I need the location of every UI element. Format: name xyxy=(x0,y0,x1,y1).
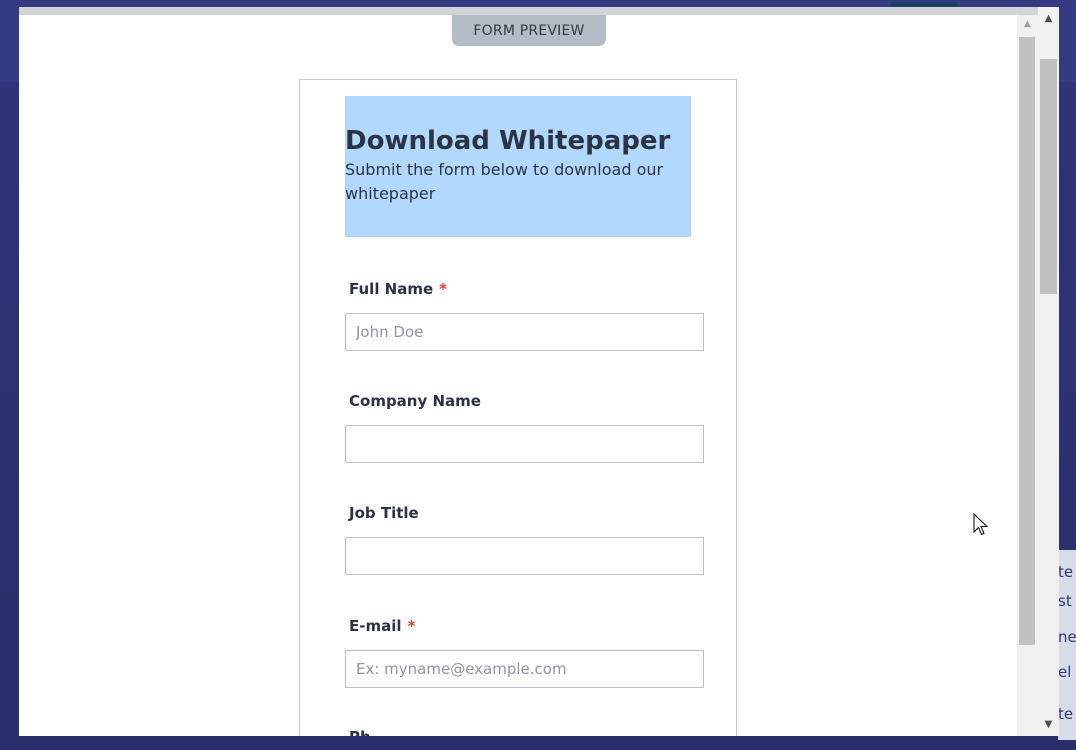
background-text: te xyxy=(1058,563,1074,581)
background-text: te xyxy=(1058,705,1074,723)
form-preview-modal: FORM PREVIEW Download Whitepaper Submit … xyxy=(19,7,1059,736)
email-input[interactable] xyxy=(345,650,704,688)
form-subtitle: Submit the form below to download our wh… xyxy=(345,160,664,203)
form-scrollbar[interactable]: ▲ xyxy=(1017,15,1038,736)
full-name-input[interactable] xyxy=(345,313,704,351)
chevron-down-icon[interactable]: ▼ xyxy=(1038,717,1059,731)
phone-label-partial: Ph xyxy=(349,728,371,736)
email-field: E-mail * xyxy=(345,615,705,688)
required-asterisk: * xyxy=(407,617,416,635)
job-title-field: Job Title xyxy=(345,502,705,575)
full-name-label-text: Full Name xyxy=(349,280,434,298)
form-header: Download Whitepaper Submit the form belo… xyxy=(345,96,691,237)
full-name-label: Full Name * xyxy=(345,278,705,300)
form-scrollbar-thumb[interactable] xyxy=(1019,37,1035,645)
email-label: E-mail * xyxy=(345,615,705,637)
company-name-label: Company Name xyxy=(345,390,705,412)
modal-scrollbar[interactable]: ▲ ▼ xyxy=(1038,7,1059,736)
form-title: Download Whitepaper xyxy=(345,126,671,156)
modal-scrollbar-thumb[interactable] xyxy=(1040,59,1057,294)
full-name-field: Full Name * xyxy=(345,278,705,351)
background-text: ne xyxy=(1058,628,1076,646)
company-name-field: Company Name xyxy=(345,390,705,463)
background-text: st xyxy=(1058,592,1072,610)
mouse-pointer-icon xyxy=(973,513,989,536)
background-text: el xyxy=(1058,663,1072,681)
chevron-up-icon[interactable]: ▲ xyxy=(1038,11,1059,25)
form-preview-tab[interactable]: FORM PREVIEW xyxy=(452,15,606,46)
job-title-label-text: Job Title xyxy=(349,504,419,522)
company-name-input[interactable] xyxy=(345,425,704,463)
job-title-label: Job Title xyxy=(345,502,705,524)
company-name-label-text: Company Name xyxy=(349,392,481,410)
chevron-up-icon[interactable]: ▲ xyxy=(1017,17,1038,31)
modal-top-strip xyxy=(19,7,1059,15)
job-title-input[interactable] xyxy=(345,537,704,575)
required-asterisk: * xyxy=(439,280,448,298)
email-label-text: E-mail xyxy=(349,617,402,635)
form-card: Download Whitepaper Submit the form belo… xyxy=(299,79,737,736)
